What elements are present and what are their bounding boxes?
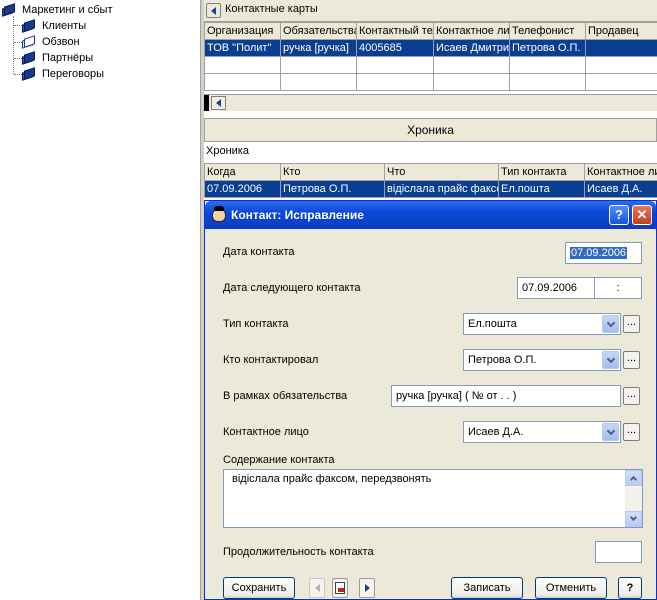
book-icon bbox=[22, 19, 36, 33]
vertical-scrollbar[interactable] bbox=[625, 470, 642, 527]
table-cell: відіслала прайс факсом, передзвонять bbox=[384, 180, 499, 198]
scroll-up-button[interactable] bbox=[625, 470, 642, 486]
left-arrow-icon bbox=[216, 99, 221, 107]
tree-item-label: Обзвон bbox=[42, 36, 80, 48]
table-cell: Петрова О.П. bbox=[280, 180, 385, 198]
table-cell: 07.09.2006 bbox=[204, 180, 281, 198]
contact-type-select[interactable]: Ел.пошта bbox=[463, 313, 621, 335]
duration-field[interactable] bbox=[595, 541, 642, 563]
column-header[interactable]: Продавец bbox=[585, 22, 657, 40]
new-document-icon bbox=[335, 582, 345, 594]
who-select[interactable]: Петрова О.П. bbox=[463, 349, 621, 371]
book-icon bbox=[2, 3, 16, 17]
help-button[interactable]: ? bbox=[618, 577, 642, 599]
obligation-field[interactable]: ручка [ручка] ( № от . . ) bbox=[391, 385, 621, 407]
scroll-down-button[interactable] bbox=[625, 511, 642, 527]
navigation-tree: Маркетинг и сбыт Клиенты Обзвон Партнёры… bbox=[0, 0, 201, 600]
column-header[interactable]: Тип контакта bbox=[498, 163, 585, 181]
tree-item-label: Клиенты bbox=[42, 20, 87, 32]
chronicle-table: Когда Кто Что Тип контакта Контактное ли… bbox=[204, 163, 657, 198]
contact-type-label: Тип контакта bbox=[223, 318, 289, 330]
new-document-button[interactable] bbox=[332, 578, 348, 598]
book-icon bbox=[22, 51, 36, 65]
cards-pane-header: Контактные карты bbox=[204, 0, 657, 22]
who-label: Кто контактировал bbox=[223, 354, 319, 366]
tree-item-label: Партнёры bbox=[42, 52, 94, 64]
cancel-button[interactable]: Отменить bbox=[535, 577, 607, 599]
next-time-field[interactable]: : bbox=[594, 277, 642, 299]
contact-type-browse-button[interactable]: ... bbox=[623, 315, 640, 333]
cards-pane-title: Контактные карты bbox=[225, 3, 318, 15]
tree-root-label: Маркетинг и сбыт bbox=[22, 4, 113, 16]
save-button[interactable]: Сохранить bbox=[223, 577, 295, 599]
record-button[interactable]: Записать bbox=[451, 577, 523, 599]
table-cell: ручка [ручка] bbox=[280, 39, 357, 57]
table-row[interactable]: ТОВ "Полит" ручка [ручка] 4005685 Исаев … bbox=[204, 39, 657, 57]
column-header[interactable]: Контактный телефон bbox=[356, 22, 434, 40]
table-row[interactable]: 07.09.2006 Петрова О.П. відіслала прайс … bbox=[204, 180, 657, 198]
horizontal-scrollbar[interactable] bbox=[204, 94, 657, 111]
column-header[interactable]: Кто bbox=[280, 163, 385, 181]
column-header[interactable]: Контактное лицо bbox=[433, 22, 510, 40]
column-header[interactable]: Контактное лицо bbox=[584, 163, 657, 181]
content-label: Содержание контакта bbox=[223, 454, 335, 466]
chevron-down-icon bbox=[629, 513, 638, 522]
chevron-down-icon[interactable] bbox=[602, 423, 619, 441]
contact-edit-dialog: Контакт: Исправление ? ✕ Дата контакта 0… bbox=[204, 200, 657, 600]
tree-item-label: Переговоры bbox=[42, 68, 105, 80]
contact-person-browse-button[interactable]: ... bbox=[623, 423, 640, 441]
table-row[interactable] bbox=[204, 56, 657, 74]
collapse-button[interactable] bbox=[206, 3, 221, 18]
table-cell: Ел.пошта bbox=[498, 180, 585, 198]
help-title-button[interactable]: ? bbox=[609, 205, 629, 225]
tree-connector bbox=[14, 42, 22, 43]
next-date-field[interactable]: 07.09.2006 bbox=[517, 277, 595, 299]
open-book-icon bbox=[22, 35, 36, 49]
column-header[interactable]: Обязательства bbox=[280, 22, 357, 40]
tree-connector bbox=[14, 25, 22, 26]
tree-connector bbox=[14, 74, 22, 75]
dialog-titlebar[interactable]: Контакт: Исправление ? ✕ bbox=[205, 201, 656, 229]
date-field[interactable]: 07.09.2006 bbox=[565, 242, 642, 264]
book-icon bbox=[22, 67, 36, 81]
contact-person-label: Контактное лицо bbox=[223, 426, 309, 438]
user-icon bbox=[212, 206, 226, 222]
chronicle-section-bar[interactable]: Хроника bbox=[204, 118, 657, 142]
column-header[interactable]: Телефонист bbox=[509, 22, 586, 40]
table-cell: Исаев Д.А. bbox=[584, 180, 657, 198]
tree-connector bbox=[14, 58, 22, 59]
who-browse-button[interactable]: ... bbox=[623, 351, 640, 369]
cards-table: Организация Обязательства Контактный тел… bbox=[204, 22, 657, 91]
table-cell bbox=[585, 39, 657, 57]
contact-person-select[interactable]: Исаев Д.А. bbox=[463, 421, 621, 443]
previous-button[interactable] bbox=[309, 578, 325, 598]
dialog-title: Контакт: Исправление bbox=[231, 208, 364, 222]
chronicle-sub-label: Хроника bbox=[206, 145, 249, 157]
right-arrow-icon bbox=[364, 584, 370, 592]
date-label: Дата контакта bbox=[223, 246, 295, 258]
duration-label: Продолжительность контакта bbox=[223, 546, 374, 558]
column-header[interactable]: Что bbox=[384, 163, 499, 181]
chevron-up-icon bbox=[629, 475, 638, 484]
table-header-row: Организация Обязательства Контактный тел… bbox=[204, 22, 657, 40]
left-arrow-icon bbox=[211, 6, 216, 15]
content-textarea[interactable]: відіслала прайс факсом, передзвонять bbox=[223, 469, 643, 528]
column-header[interactable]: Организация bbox=[204, 22, 281, 40]
table-row[interactable] bbox=[204, 73, 657, 91]
left-arrow-icon bbox=[314, 584, 320, 592]
table-cell: Исаев Дмитрий bbox=[433, 39, 510, 57]
chevron-down-icon[interactable] bbox=[602, 315, 619, 333]
table-cell: Петрова О.П. bbox=[509, 39, 586, 57]
table-cell: ТОВ "Полит" bbox=[204, 39, 281, 57]
obligation-browse-button[interactable]: ... bbox=[623, 387, 640, 405]
column-header[interactable]: Когда bbox=[204, 163, 281, 181]
table-header-row: Когда Кто Что Тип контакта Контактное ли… bbox=[204, 163, 657, 181]
scroll-left-button[interactable] bbox=[211, 96, 226, 110]
next-button[interactable] bbox=[359, 578, 375, 598]
close-button[interactable]: ✕ bbox=[632, 205, 652, 225]
obligation-label: В рамках обязательства bbox=[223, 390, 348, 402]
table-cell: 4005685 bbox=[356, 39, 434, 57]
next-date-label: Дата следующего контакта bbox=[223, 282, 361, 294]
chevron-down-icon[interactable] bbox=[602, 351, 619, 369]
